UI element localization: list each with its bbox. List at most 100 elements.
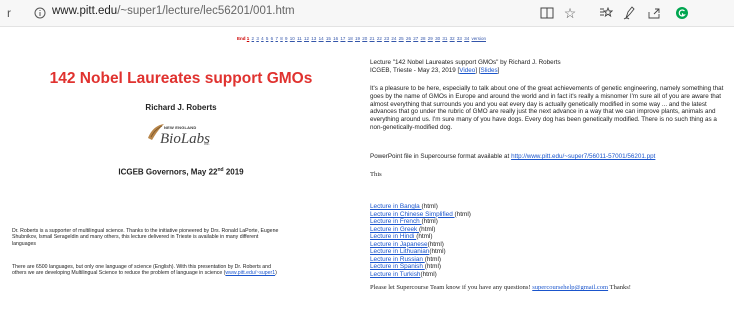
slide-page-link[interactable]: 11 xyxy=(297,36,302,41)
favorites-icon[interactable] xyxy=(598,4,614,22)
meta-suffix: ] xyxy=(497,67,500,74)
language-link[interactable]: Lecture in Chinese Simplified xyxy=(370,211,455,218)
language-link[interactable]: Lecture in Russian xyxy=(370,256,425,263)
slide-page-link[interactable]: 10 xyxy=(290,36,295,41)
slide-page-link[interactable]: 20 xyxy=(362,36,367,41)
language-item: Lecture in Greek (html) xyxy=(370,226,471,234)
language-link[interactable]: Lecture in Bangla xyxy=(370,203,422,210)
language-item: Lecture in Bangla (html) xyxy=(370,203,471,211)
language-format: (html) xyxy=(420,270,437,278)
language-link[interactable]: Lecture in Spanish xyxy=(370,263,425,270)
current-slide-number: 1 xyxy=(246,36,250,41)
slide-note-2: There are 6500 languages, but only one l… xyxy=(12,264,282,277)
powerpoint-line: PowerPoint file in Supercourse format av… xyxy=(370,153,726,161)
lecture-title-line: Lecture "142 Nobel Laureates support GMO… xyxy=(370,59,561,66)
language-item: Lecture in Spanish (html) xyxy=(370,263,471,271)
slide-page-link[interactable]: 13 xyxy=(311,36,316,41)
slide-page-link[interactable]: 8 xyxy=(280,36,283,41)
language-format: (html) xyxy=(429,248,446,256)
slide-page-link[interactable]: 23 xyxy=(384,36,389,41)
language-format: (html) xyxy=(419,225,436,233)
ppt-link[interactable]: http://www.pitt.edu/~super7/56011-57001/… xyxy=(511,153,655,160)
slides-link[interactable]: Slides xyxy=(481,67,498,74)
logo-small-text: NEW ENGLAND xyxy=(164,125,197,130)
neb-logo: NEW ENGLAND BioLabs Inc. xyxy=(146,122,216,154)
address-bar[interactable]: www.pitt.edu/~super1/lecture/lec56201/00… xyxy=(52,5,295,17)
contact-line: Please let Supercourse Team know if you … xyxy=(370,284,726,292)
slide-page-link[interactable]: 3 xyxy=(256,36,259,41)
end-link[interactable]: End xyxy=(237,36,246,41)
slide-page-link[interactable]: 26 xyxy=(406,36,411,41)
language-item: Lecture in French (html) xyxy=(370,218,471,226)
pen-icon[interactable] xyxy=(622,4,638,22)
language-format: (html) xyxy=(421,203,438,210)
slide-page-link[interactable]: 32 xyxy=(450,36,455,41)
language-item: Lecture in Lithuanian(html) xyxy=(370,248,471,256)
slide-page-link[interactable]: 2 xyxy=(252,36,255,41)
supercourse-link[interactable]: www.pitt.edu/~super1 xyxy=(225,270,275,276)
this-label: This xyxy=(370,171,382,178)
language-link[interactable]: Lecture in Hindi xyxy=(370,233,416,240)
account-icon[interactable] xyxy=(674,4,690,22)
info-circle-icon[interactable] xyxy=(33,4,47,22)
slide-page-link[interactable]: 9 xyxy=(285,36,288,41)
star-icon[interactable]: ☆ xyxy=(562,4,578,22)
url-path: /~super1/lecture/lec56201/001.htm xyxy=(117,5,295,17)
slide-page-link[interactable]: 16 xyxy=(333,36,338,41)
slide-page-link[interactable]: 27 xyxy=(413,36,418,41)
language-item: Lecture in Russian (html) xyxy=(370,256,471,264)
back-glyph[interactable]: r xyxy=(4,4,14,22)
language-item: Lecture in Turkish(html) xyxy=(370,271,471,279)
slide-page-link[interactable]: 29 xyxy=(428,36,433,41)
language-item: Lecture in Hindi (html) xyxy=(370,233,471,241)
language-item: Lecture in Chinese Simplified (html) xyxy=(370,211,471,219)
language-format: (html) xyxy=(424,263,442,271)
slide-page-link[interactable]: 22 xyxy=(377,36,382,41)
language-list: Lecture in Bangla (html) Lecture in Chine… xyxy=(370,203,471,278)
slide-venue: ICGEB Governors, May 22nd 2019 xyxy=(0,167,362,177)
language-item: Lecture in Japanese(html) xyxy=(370,241,471,249)
contact-email-link[interactable]: supercoursehelp@gmail.com xyxy=(532,284,608,291)
language-link[interactable]: Lecture in Turkish xyxy=(370,271,420,278)
language-link[interactable]: Lecture in Greek xyxy=(370,226,419,233)
slide-page-link[interactable]: 34 xyxy=(464,36,469,41)
venue-prefix: ICGEB Governors, May 22 xyxy=(118,167,218,177)
url-host: www.pitt.edu xyxy=(52,5,118,17)
language-link[interactable]: Lecture in French xyxy=(370,218,422,225)
slide-page-link[interactable]: 30 xyxy=(435,36,440,41)
note2-end: ) xyxy=(275,270,277,277)
slide-page-link[interactable]: 31 xyxy=(442,36,447,41)
version-link[interactable]: version xyxy=(471,36,486,41)
lecture-meta-line: ICGEB, Trieste - May 23, 2019 [Video] [S… xyxy=(370,67,726,75)
browser-toolbar: r www.pitt.edu/~super1/lecture/lec56201/… xyxy=(0,0,734,27)
video-link[interactable]: Video xyxy=(459,67,475,74)
slide-page-link[interactable]: 5 xyxy=(266,36,269,41)
slide-page-link[interactable]: 24 xyxy=(391,36,396,41)
language-format: (html) xyxy=(416,233,433,241)
slide-page-link[interactable]: 14 xyxy=(319,36,324,41)
venue-suffix: 2019 xyxy=(223,167,244,177)
slide-page-link[interactable]: 4 xyxy=(261,36,264,41)
slide-page-link[interactable]: 6 xyxy=(271,36,274,41)
language-link[interactable]: Lecture in Lithuanian xyxy=(370,248,429,255)
slide-page-link[interactable]: 33 xyxy=(457,36,462,41)
slide-page-link[interactable]: 28 xyxy=(421,36,426,41)
logo-main-text: BioLabs xyxy=(160,131,211,147)
slide-page-link[interactable]: 25 xyxy=(399,36,404,41)
slide-page-link[interactable]: 7 xyxy=(275,36,278,41)
slide-page-link[interactable]: 12 xyxy=(304,36,309,41)
slide-page-link[interactable]: 15 xyxy=(326,36,331,41)
reading-view-icon[interactable] xyxy=(539,4,555,22)
slide-title: 142 Nobel Laureates support GMOs xyxy=(49,70,313,87)
lecture-body: It's a pleasure to be here, especially t… xyxy=(370,85,724,131)
page-number-list: 2 3 4 5 6 7 8 9 10 11 12 13 14 15 16 17 … xyxy=(252,36,472,41)
share-icon[interactable] xyxy=(646,4,662,22)
language-link[interactable]: Lecture in Japanese xyxy=(370,241,428,248)
slide-page-link[interactable]: 19 xyxy=(355,36,360,41)
slide-navigation: End 1 2 3 4 5 6 7 8 9 10 11 12 13 14 15 … xyxy=(237,36,487,41)
language-format: (html) xyxy=(427,240,444,248)
slide-page-link[interactable]: 18 xyxy=(348,36,353,41)
slide-page-link[interactable]: 17 xyxy=(340,36,345,41)
slide-page-link[interactable]: 21 xyxy=(370,36,375,41)
slide-note-1: Dr. Roberts is a supporter of multilingu… xyxy=(12,228,279,247)
